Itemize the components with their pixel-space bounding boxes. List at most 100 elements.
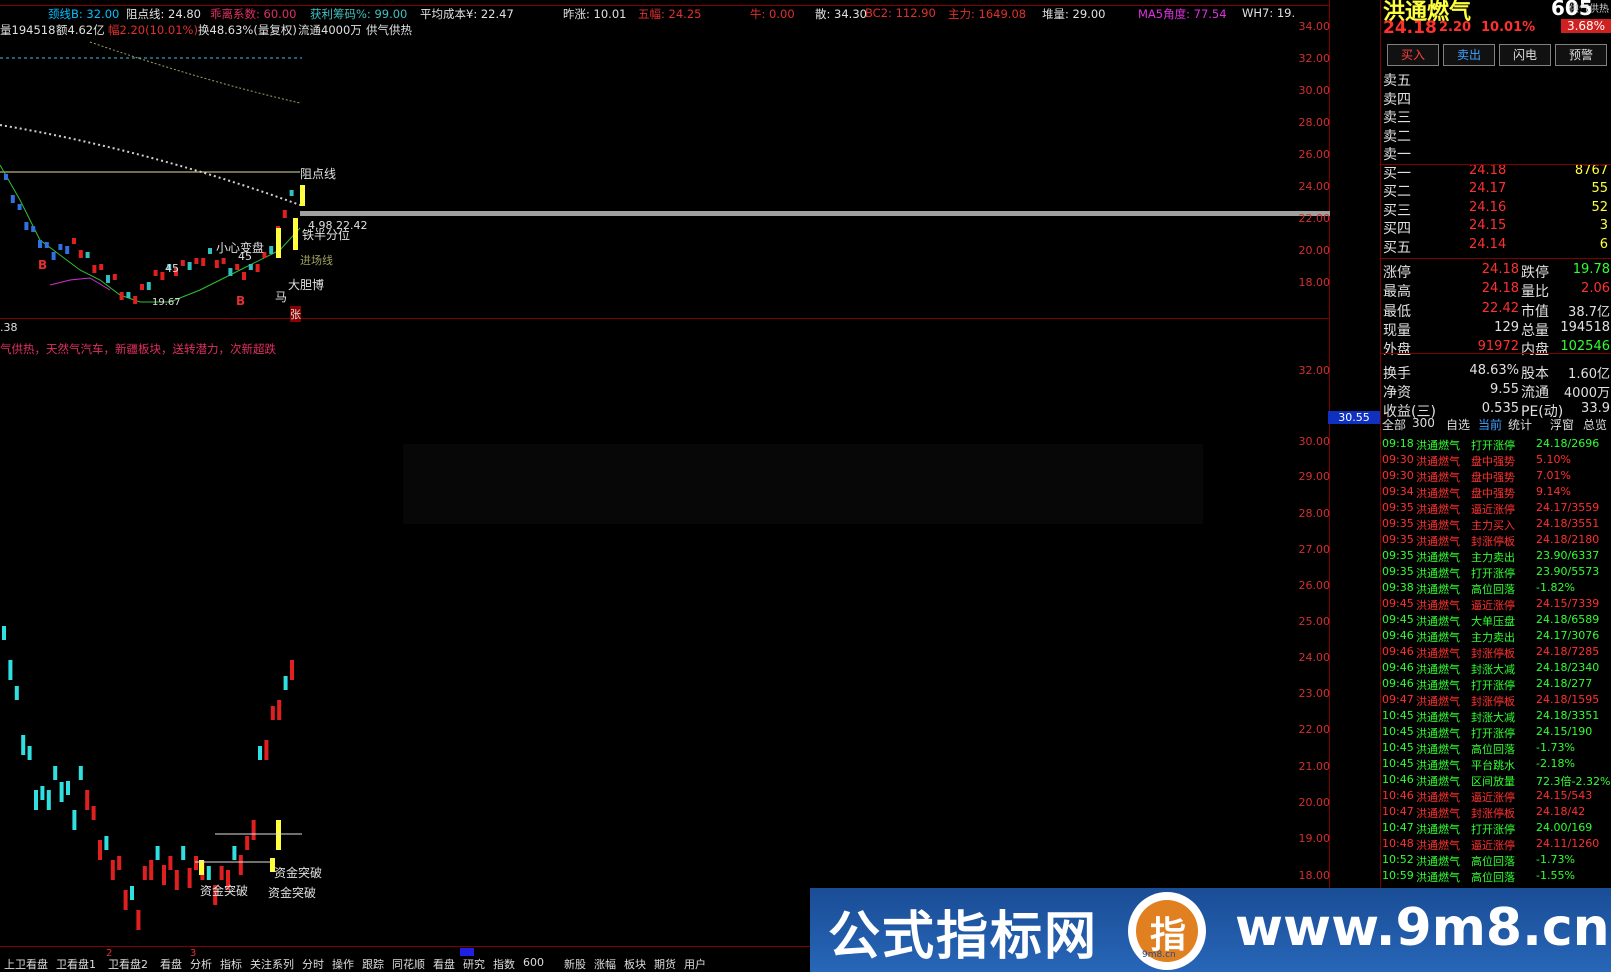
tick-time: 09:38 — [1382, 581, 1414, 594]
tick-row[interactable]: 10:52 洪通燃气 高位回落 -1.73% — [1380, 853, 1611, 869]
tick-row[interactable]: 10:46 洪通燃气 逼近涨停 24.15/543 — [1380, 789, 1611, 805]
tick-row[interactable]: 09:45 洪通燃气 逼近涨停 24.15/7339 — [1380, 597, 1611, 613]
alert-button[interactable]: 预警 — [1555, 44, 1607, 66]
tick-time: 09:18 — [1382, 437, 1414, 450]
tick-row[interactable]: 10:47 洪通燃气 打开涨停 24.00/169 — [1380, 821, 1611, 837]
chart-area[interactable]: 颈线B: 32.00 阻点线: 24.80 乖离系数: 60.00 获利筹码%: 99… — [0, 0, 1380, 972]
tick-row[interactable]: 09:35 洪通燃气 主力卖出 23.90/6337 — [1380, 549, 1611, 565]
tab-0[interactable]: 全部 — [1382, 416, 1406, 433]
orderbook-row: 买五 24.14 6 — [1381, 237, 1611, 256]
bottom-tab-7[interactable]: 分时 — [302, 956, 324, 972]
tab-3[interactable]: 当前 — [1478, 416, 1502, 433]
tick-value: 24.18/277 — [1536, 677, 1593, 690]
bottom-tabs[interactable]: 上卫看盘 卫看盘1 卫看盘2 看盘 分析 指标 关注系列 分时 操作 跟踪 同花顺 看盘 研究 指数 600… — [0, 954, 800, 972]
ob-label: 买四 — [1383, 221, 1411, 237]
tick-event: 封涨大减 — [1471, 711, 1515, 724]
tick-name: 洪通燃气 — [1416, 615, 1460, 628]
upper-candle — [112, 274, 117, 280]
tick-row[interactable]: 10:48 洪通燃气 逼近涨停 24.11/1260 — [1380, 837, 1611, 853]
tick-row[interactable]: 10:47 洪通燃气 封涨停板 24.18/42 — [1380, 805, 1611, 821]
bottom-tab-18[interactable]: 期货 — [654, 956, 676, 972]
bottom-tab-16[interactable]: 涨幅 — [594, 956, 616, 972]
upper-candle — [228, 268, 233, 276]
bottom-tab-10[interactable]: 同花顺 — [392, 956, 425, 972]
tab-2[interactable]: 自选 — [1446, 416, 1470, 433]
tick-row[interactable]: 09:18 洪通燃气 打开涨停 24.18/2696 — [1380, 437, 1611, 453]
bottom-tab-3[interactable]: 看盘 — [160, 956, 182, 972]
upper-candle — [38, 240, 42, 248]
bottom-tab-17[interactable]: 板块 — [624, 956, 646, 972]
tick-row[interactable]: 10:59 洪通燃气 高位回落 -1.55% — [1380, 869, 1611, 885]
tick-row[interactable]: 09:35 洪通燃气 打开涨停 23.90/5573 — [1380, 565, 1611, 581]
tick-value: 24.18/6589 — [1536, 613, 1600, 626]
bottom-tab-8[interactable]: 操作 — [332, 956, 354, 972]
tick-row[interactable]: 09:45 洪通燃气 大单压盘 24.18/6589 — [1380, 613, 1611, 629]
bottom-tab-14[interactable]: 600 — [523, 956, 544, 969]
tick-time: 09:46 — [1382, 645, 1414, 658]
kline-svg[interactable] — [0, 0, 1330, 972]
lower-candle — [34, 790, 38, 810]
label-fund3: 资金突破 — [268, 886, 317, 900]
bottom-tab-2[interactable]: 卫看盘2 — [108, 956, 148, 972]
tick-event: 盘中强势 — [1471, 471, 1515, 484]
lower-candle — [123, 890, 128, 910]
tick-row[interactable]: 10:45 洪通燃气 高位回落 -1.73% — [1380, 741, 1611, 757]
tab-1[interactable]: 300 — [1412, 416, 1435, 430]
tab-5[interactable]: 浮窗 — [1550, 416, 1574, 433]
bottom-tab-12[interactable]: 研究 — [463, 956, 485, 972]
buy-button[interactable]: 买入 — [1387, 44, 1439, 66]
tick-time: 09:35 — [1382, 501, 1414, 514]
tick-value: 24.18/1595 — [1536, 693, 1600, 706]
bottom-tab-0[interactable]: 上卫看盘 — [4, 956, 48, 972]
upper-candle — [126, 292, 131, 298]
stat-value-1: 0.535 — [1481, 401, 1519, 417]
tick-list[interactable]: 09:18 洪通燃气 打开涨停 24.18/2696 09:30 洪通燃气 盘中强势 5.10… — [1380, 437, 1611, 897]
upper-candle — [221, 258, 226, 264]
tick-row[interactable]: 09:35 洪通燃气 逼近涨停 24.17/3559 — [1380, 501, 1611, 517]
sell-button[interactable]: 卖出 — [1443, 44, 1495, 66]
tick-row[interactable]: 10:45 洪通燃气 封涨大减 24.18/3351 — [1380, 709, 1611, 725]
tick-row[interactable]: 09:38 洪通燃气 高位回落 -1.82% — [1380, 581, 1611, 597]
tick-row[interactable]: 09:46 洪通燃气 封涨大减 24.18/2340 — [1380, 661, 1611, 677]
tick-time: 10:45 — [1382, 757, 1414, 770]
tick-row[interactable]: 09:30 洪通燃气 盘中强势 5.10% — [1380, 453, 1611, 469]
upper-candle — [300, 185, 305, 206]
flash-button[interactable]: 闪电 — [1499, 44, 1551, 66]
tab-4[interactable]: 统计 — [1508, 416, 1532, 433]
tick-name: 洪通燃气 — [1416, 679, 1460, 692]
bottom-tab-9[interactable]: 跟踪 — [362, 956, 384, 972]
price-axis-bottom: 32.00 30.00 29.00 28.00 27.00 26.00 25.00 24.00… — [1290, 320, 1331, 950]
tick-row[interactable]: 09:46 洪通燃气 打开涨停 24.18/277 — [1380, 677, 1611, 693]
tick-row[interactable]: 10:46 洪通燃气 区间放量 72.3倍-2.32% — [1380, 773, 1611, 789]
bottom-tab-5[interactable]: 指标 — [220, 956, 242, 972]
tick-row[interactable]: 09:35 洪通燃气 主力买入 24.18/3551 — [1380, 517, 1611, 533]
upper-candle — [282, 210, 287, 218]
bottom-tab-6[interactable]: 关注系列 — [250, 956, 294, 972]
tick-row[interactable]: 09:35 洪通燃气 封涨停板 24.18/2180 — [1380, 533, 1611, 549]
bottom-tab-11[interactable]: 看盘 — [433, 956, 455, 972]
tick-row[interactable]: 09:34 洪通燃气 盘中强势 9.14% — [1380, 485, 1611, 501]
tick-row[interactable]: 10:45 洪通燃气 平台跳水 -2.18% — [1380, 757, 1611, 773]
tick-tabs[interactable]: 全部300自选当前统计浮窗总览设置 — [1380, 416, 1611, 434]
ob-label: 买三 — [1383, 202, 1411, 219]
tick-event: 封涨大减 — [1471, 663, 1515, 676]
bottom-tab-15[interactable]: 新股 — [564, 956, 586, 972]
tick-row[interactable]: 09:30 洪通燃气 盘中强势 7.01% — [1380, 469, 1611, 485]
tick-row[interactable]: 09:46 洪通燃气 主力卖出 24.17/3076 — [1380, 629, 1611, 645]
tick-value: -1.55% — [1536, 869, 1575, 882]
axis-bottom-tick: 25.00 — [1298, 615, 1331, 628]
tick-value: -1.73% — [1536, 741, 1575, 754]
tick-row[interactable]: 09:46 洪通燃气 封涨停板 24.18/7285 — [1380, 645, 1611, 661]
tick-row[interactable]: 09:47 洪通燃气 封涨停板 24.18/1595 — [1380, 693, 1611, 709]
lower-candle — [219, 866, 224, 880]
tick-time: 10:48 — [1382, 837, 1414, 850]
tick-event: 主力买入 — [1471, 519, 1515, 532]
tab-6[interactable]: 总览 — [1583, 416, 1607, 433]
bottom-tab-19[interactable]: 用户 — [684, 956, 706, 972]
tick-row[interactable]: 10:45 洪通燃气 打开涨停 24.15/190 — [1380, 725, 1611, 741]
bottom-tab-1[interactable]: 卫看盘1 — [56, 956, 96, 972]
stat-label-2: 市值 — [1521, 303, 1549, 320]
bottom-tab-13[interactable]: 指数 — [493, 956, 515, 972]
tick-event: 打开涨停 — [1471, 727, 1515, 740]
tick-name: 洪通燃气 — [1416, 663, 1460, 676]
